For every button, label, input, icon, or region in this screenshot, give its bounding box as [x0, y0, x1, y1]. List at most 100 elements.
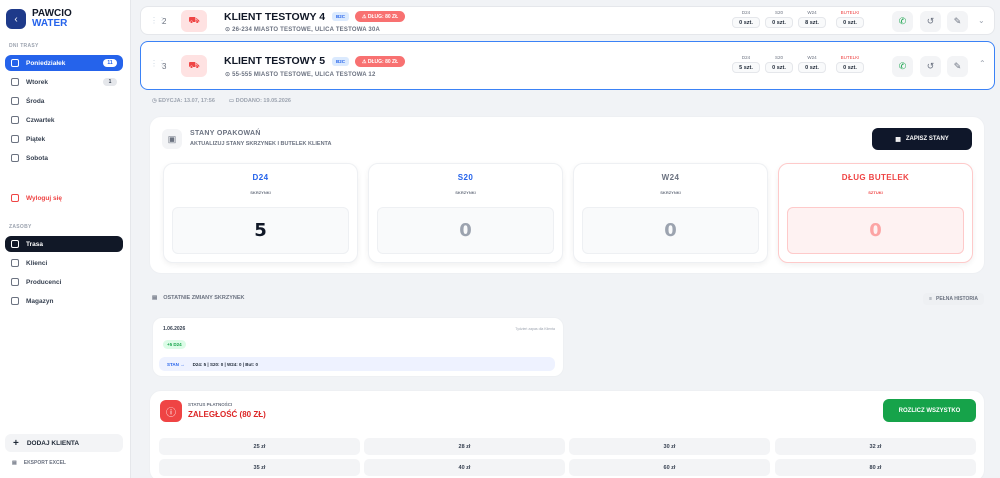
users-icon	[11, 259, 19, 267]
stat-s20: S20 0 szt.	[765, 10, 793, 28]
amount-button[interactable]: 60 zł	[569, 459, 770, 476]
sidebar-item-label: Magazyn	[26, 297, 54, 305]
truck-icon: ⛟	[181, 10, 207, 32]
sidebar-item-label: Producenci	[26, 278, 62, 286]
packaging-title: STANY OPAKOWAŃ	[190, 130, 261, 137]
client-type-badge: B2C	[332, 57, 350, 66]
stat-s20: S20 0 szt.	[765, 55, 793, 73]
arrow-left-icon[interactable]: ‹	[6, 9, 26, 29]
sidebar-item-label: Wtorek	[26, 78, 49, 86]
sidebar-item-magazyn[interactable]: Magazyn	[5, 293, 123, 309]
client-name: KLIENT TESTOWY 4	[224, 11, 326, 23]
client-card-expanded[interactable]: ⋮⋮ 3 ⛟ KLIENT TESTOWY 5 B2C ⚠ DŁUG: 80 Z…	[140, 41, 995, 90]
phone-icon[interactable]: ✆	[892, 56, 913, 77]
calendar-icon	[11, 154, 19, 162]
list-icon: ≡	[929, 296, 933, 302]
sidebar-item-producenci[interactable]: Producenci	[5, 274, 123, 290]
sidebar-item-label: Sobota	[26, 154, 49, 162]
sidebar-item-czwartek[interactable]: Czwartek	[5, 112, 123, 128]
add-client-label: DODAJ KLIENTA	[26, 439, 80, 447]
factory-icon	[11, 278, 19, 286]
debt-badge: ⚠ DŁUG: 80 ZŁ	[355, 56, 406, 67]
client-name: KLIENT TESTOWY 5	[224, 55, 326, 67]
edit-icon[interactable]: ✎	[947, 56, 968, 77]
packaging-subtitle: AKTUALIZUJ STANY SKRZYNEK I BUTELEK KLIE…	[190, 141, 332, 147]
history-title: ▤ OSTATNIE ZMIANY SKRZYNEK	[152, 295, 245, 301]
truck-icon	[11, 240, 19, 248]
brand: ‹ PAWCIO WATER	[6, 9, 72, 29]
sidebar-item-label: Trasa	[26, 240, 43, 248]
package-icon: ▣	[162, 129, 182, 149]
debt-badge: ⚠ DŁUG: 80 ZŁ	[355, 11, 406, 22]
sidebar-item-poniedzialek[interactable]: Poniedziałek 11	[5, 55, 123, 71]
warehouse-icon	[11, 297, 19, 305]
amount-button[interactable]: 25 zł	[159, 438, 360, 455]
client-meta: ◷ EDYCJA: 13.07, 17:56 ▭ DODANO: 19.05.2…	[152, 98, 291, 104]
payment-panel: ⓘ STATUS PŁATNOŚCI ZALEGŁOŚĆ (80 ZŁ) ROZ…	[149, 390, 985, 478]
export-label: EKSPORT EXCEL	[23, 460, 66, 466]
calendar-icon	[11, 116, 19, 124]
days-section-label: DNI TRASY	[9, 43, 39, 49]
save-states-button[interactable]: ▦ ZAPISZ STANY	[872, 128, 972, 150]
resources-section-label: ZASOBY	[9, 224, 32, 230]
sidebar-item-sobota[interactable]: Sobota	[5, 150, 123, 166]
calendar-icon	[11, 97, 19, 105]
client-position: 2	[162, 17, 167, 26]
history-icon[interactable]: ↺	[920, 11, 941, 32]
sidebar-item-sroda[interactable]: Środa	[5, 93, 123, 109]
payment-status-value: ZALEGŁOŚĆ (80 ZŁ)	[188, 410, 266, 419]
stat-w24: W24 8 szt.	[798, 10, 826, 28]
sidebar: ‹ PAWCIO WATER DNI TRASY Poniedziałek 11…	[0, 0, 131, 478]
sidebar-item-label: Poniedziałek	[26, 59, 66, 67]
box-w24: W24 SKRZYNKI 0	[573, 163, 768, 263]
add-client-button[interactable]: + DODAJ KLIENTA	[5, 434, 123, 452]
sidebar-item-wtorek[interactable]: Wtorek 1	[5, 74, 123, 90]
phone-icon[interactable]: ✆	[892, 11, 913, 32]
client-card[interactable]: ⋮⋮ 2 ⛟ KLIENT TESTOWY 4 B2C ⚠ DŁUG: 80 Z…	[140, 6, 995, 35]
logout-button[interactable]: Wyloguj się	[5, 190, 123, 206]
sidebar-item-piatek[interactable]: Piątek	[5, 131, 123, 147]
count-badge: 1	[103, 78, 117, 86]
box-d24: D24 SKRZYNKI 5	[163, 163, 358, 263]
edit-icon[interactable]: ✎	[947, 11, 968, 32]
stat-d24: D24 5 szt.	[732, 55, 760, 73]
client-address: ⊙ 26-234 MIASTO TESTOWE, ULICA TESTOWA 3…	[225, 27, 381, 33]
stat-w24: W24 0 szt.	[798, 55, 826, 73]
sidebar-item-klienci[interactable]: Klienci	[5, 255, 123, 271]
w24-input[interactable]: 0	[582, 207, 759, 254]
history-entry: 1.06.2026 Tydzień zapas dla Klienta +5 D…	[152, 317, 564, 377]
plus-icon: +	[13, 437, 19, 449]
s20-input[interactable]: 0	[377, 207, 554, 254]
logout-icon	[11, 194, 19, 202]
bottle-debt-input[interactable]: 0	[787, 207, 964, 254]
payment-status-label: STATUS PŁATNOŚCI	[188, 402, 233, 407]
sidebar-item-trasa[interactable]: Trasa	[5, 236, 123, 252]
box-bottle-debt: DŁUG BUTELEK SZTUKI 0	[778, 163, 973, 263]
count-badge: 11	[103, 59, 117, 67]
logout-label: Wyloguj się	[26, 194, 62, 202]
settle-all-button[interactable]: ROZLICZ WSZYSTKO	[883, 399, 976, 422]
spreadsheet-icon: ▤	[12, 460, 17, 466]
export-excel-button[interactable]: ▤ EKSPORT EXCEL	[12, 460, 66, 466]
amount-button[interactable]: 40 zł	[364, 459, 565, 476]
amount-button[interactable]: 80 zł	[775, 459, 976, 476]
chevron-up-icon[interactable]: ⌃	[979, 59, 986, 68]
client-address: ⊙ 55-555 MIASTO TESTOWE, ULICA TESTOWA 1…	[225, 72, 376, 78]
client-position: 3	[162, 62, 167, 71]
sidebar-item-label: Klienci	[26, 259, 48, 267]
amount-button[interactable]: 28 zł	[364, 438, 565, 455]
calendar-icon	[11, 78, 19, 86]
calendar-icon	[11, 135, 19, 143]
save-icon: ▦	[895, 136, 901, 143]
amount-button[interactable]: 35 zł	[159, 459, 360, 476]
history-icon[interactable]: ↺	[920, 56, 941, 77]
amount-button[interactable]: 30 zł	[569, 438, 770, 455]
sidebar-item-label: Środa	[26, 97, 45, 105]
full-history-button[interactable]: ≡ PEŁNA HISTORIA	[923, 293, 984, 305]
added-date: ▭ DODANO: 19.05.2026	[228, 98, 291, 104]
alert-icon: ⓘ	[160, 400, 182, 422]
chevron-down-icon[interactable]: ⌄	[978, 16, 985, 25]
amount-button[interactable]: 32 zł	[775, 438, 976, 455]
d24-input[interactable]: 5	[172, 207, 349, 254]
client-type-badge: B2C	[332, 12, 350, 21]
